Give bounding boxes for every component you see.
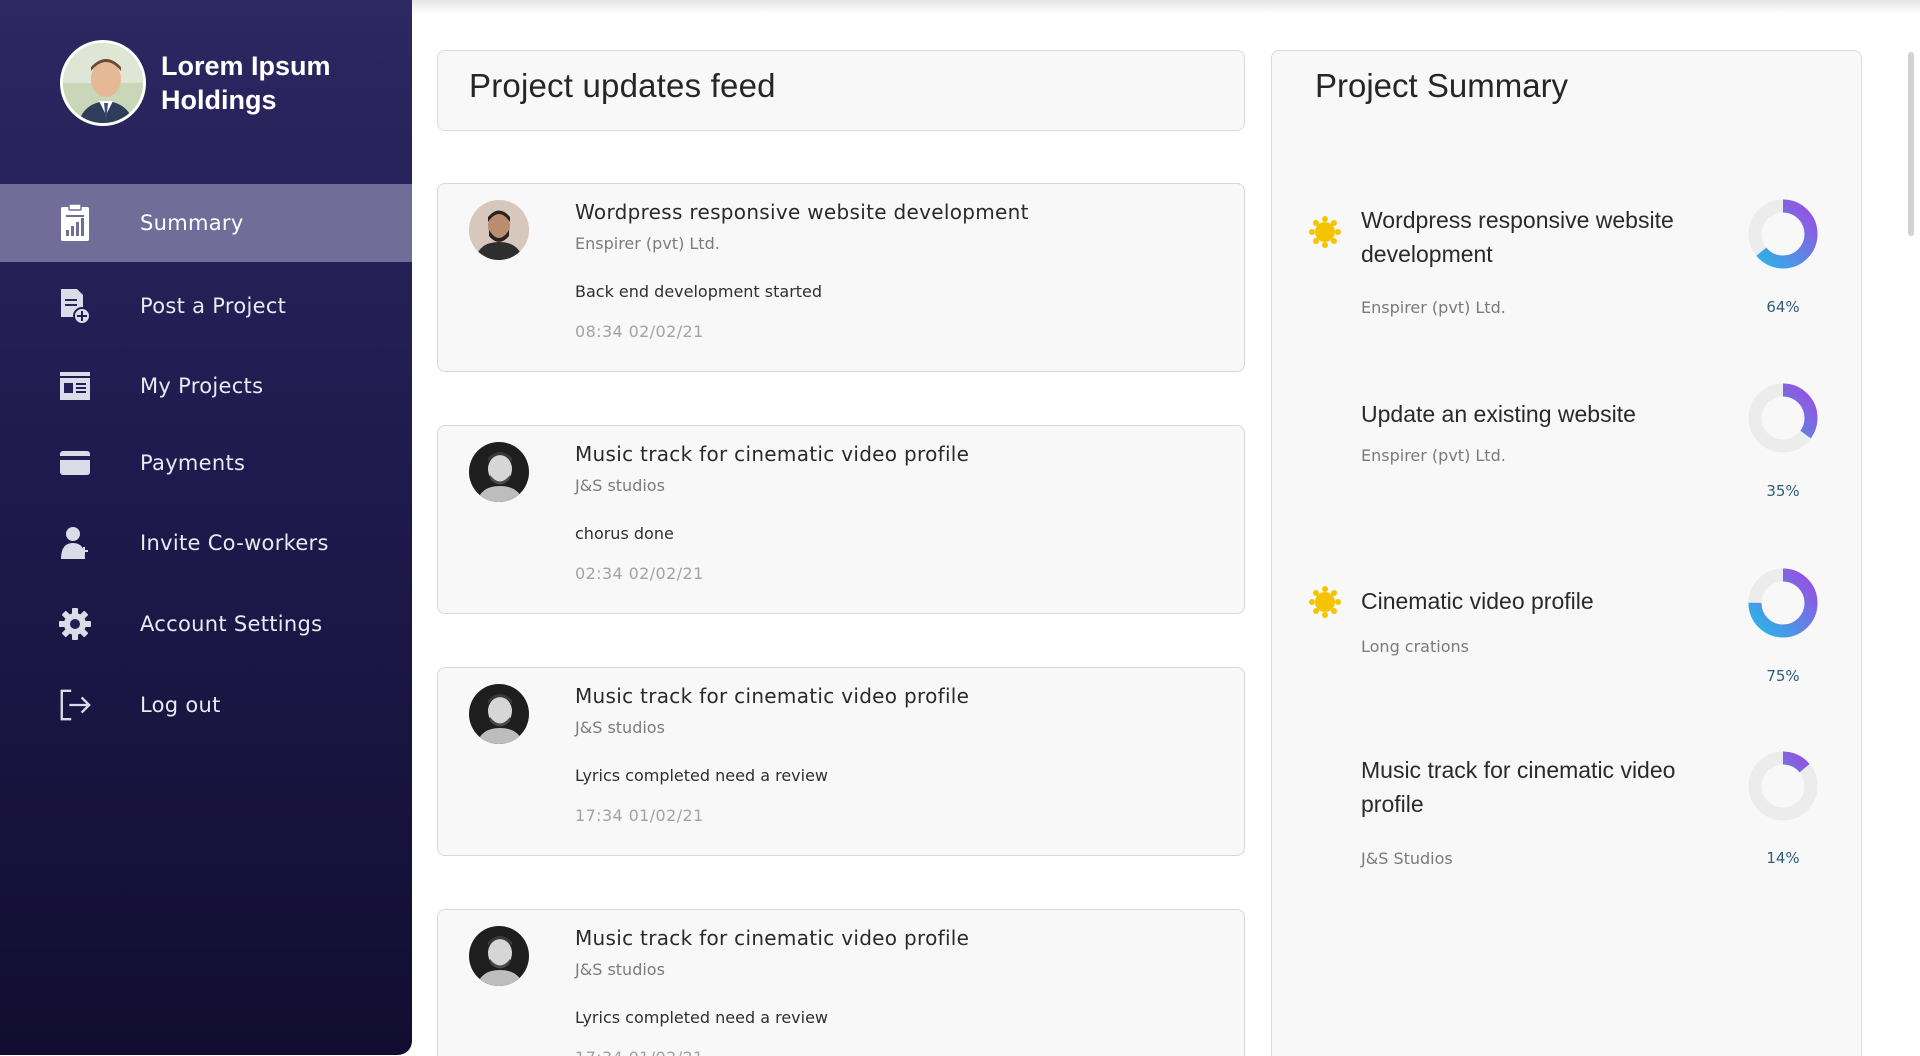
feed-item-company: J&S studios bbox=[575, 960, 665, 979]
sun-star-icon bbox=[1309, 216, 1341, 248]
summary-item-title: Cinematic video profile bbox=[1361, 588, 1594, 614]
feed-title: Project updates feed bbox=[469, 67, 776, 104]
summary-item-title: Wordpress responsive website development bbox=[1361, 207, 1674, 267]
progress-percent: 75% bbox=[1766, 667, 1800, 685]
summary-title: Project Summary bbox=[1315, 67, 1569, 104]
feed-item-title: Music track for cinematic video profile bbox=[575, 684, 970, 708]
brand-header: Lorem Ipsum Holdings bbox=[60, 40, 361, 126]
feed-item-status: Lyrics completed need a review bbox=[575, 1008, 829, 1027]
feed-item-time: 17:34 01/02/21 bbox=[575, 806, 704, 825]
summary-item-title: Update an existing website bbox=[1361, 401, 1636, 427]
summary-item[interactable]: Music track for cinematic video profile … bbox=[1272, 751, 1861, 923]
company-name: Lorem Ipsum Holdings bbox=[161, 51, 331, 115]
nav-item-post-project[interactable]: Post a Project bbox=[0, 267, 412, 345]
avatar bbox=[469, 684, 529, 744]
invite-user-icon bbox=[58, 523, 92, 563]
logout-icon bbox=[58, 685, 92, 725]
top-shadow bbox=[412, 0, 1920, 14]
avatar bbox=[469, 200, 529, 260]
summary-item-company: Long crations bbox=[1361, 637, 1469, 656]
feed-item-time: 02:34 02/02/21 bbox=[575, 564, 704, 583]
nav-label: Account Settings bbox=[140, 612, 323, 636]
gear-icon bbox=[58, 604, 92, 644]
nav-label: Log out bbox=[140, 693, 221, 717]
my-projects-icon bbox=[58, 366, 92, 406]
progress-donut bbox=[1748, 568, 1818, 638]
feed-item-title: Music track for cinematic video profile bbox=[575, 926, 970, 950]
summary-item[interactable]: Cinematic video profile Long crations 75… bbox=[1272, 568, 1861, 754]
summary-item[interactable]: Wordpress responsive website development… bbox=[1272, 199, 1861, 373]
feed-card[interactable]: Wordpress responsive website development… bbox=[437, 183, 1245, 372]
post-project-icon bbox=[58, 286, 92, 326]
nav-item-summary[interactable]: Summary bbox=[0, 184, 412, 262]
feed-header: Project updates feed bbox=[437, 50, 1245, 131]
avatar[interactable] bbox=[60, 40, 146, 126]
progress-percent: 35% bbox=[1766, 482, 1800, 500]
project-summary-panel: Project Summary Wordpress responsive web… bbox=[1271, 50, 1862, 1056]
progress-donut bbox=[1748, 751, 1818, 821]
nav-item-account-settings[interactable]: Account Settings bbox=[0, 585, 412, 663]
feed-item-title: Wordpress responsive website development bbox=[575, 200, 1029, 224]
nav-label: Invite Co-workers bbox=[140, 531, 329, 555]
summary-item-company: J&S Studios bbox=[1361, 849, 1453, 868]
summary-item-company: Enspirer (pvt) Ltd. bbox=[1361, 446, 1506, 465]
summary-item-company: Enspirer (pvt) Ltd. bbox=[1361, 298, 1506, 317]
nav-label: Summary bbox=[140, 211, 244, 235]
nav-item-invite-coworkers[interactable]: Invite Co-workers bbox=[0, 504, 412, 582]
progress-donut bbox=[1748, 199, 1818, 269]
progress-percent: 14% bbox=[1766, 849, 1800, 867]
feed-item-time: 08:34 02/02/21 bbox=[575, 322, 704, 341]
nav-label: Post a Project bbox=[140, 294, 287, 318]
nav-item-my-projects[interactable]: My Projects bbox=[0, 347, 412, 425]
nav-label: My Projects bbox=[140, 374, 264, 398]
feed-item-company: J&S studios bbox=[575, 718, 665, 737]
nav-item-logout[interactable]: Log out bbox=[0, 666, 412, 744]
feed-card[interactable]: Music track for cinematic video profile … bbox=[437, 909, 1245, 1056]
feed-item-status: Back end development started bbox=[575, 282, 823, 301]
avatar bbox=[469, 442, 529, 502]
nav-label: Payments bbox=[140, 451, 246, 475]
feed-item-status: Lyrics completed need a review bbox=[575, 766, 829, 785]
progress-percent: 64% bbox=[1766, 298, 1800, 316]
feed-card[interactable]: Music track for cinematic video profile … bbox=[437, 425, 1245, 614]
avatar bbox=[469, 926, 529, 986]
scrollbar[interactable] bbox=[1908, 52, 1914, 236]
feed-item-time: 17:34 01/02/21 bbox=[575, 1048, 704, 1056]
feed-item-company: Enspirer (pvt) Ltd. bbox=[575, 234, 720, 253]
sidebar: Lorem Ipsum Holdings Summary Post a Proj… bbox=[0, 0, 412, 1055]
payment-card-icon bbox=[58, 443, 92, 483]
progress-donut bbox=[1748, 383, 1818, 453]
summary-item[interactable]: Update an existing website Enspirer (pvt… bbox=[1272, 383, 1861, 567]
sun-star-icon bbox=[1309, 586, 1341, 618]
feed-item-status: chorus done bbox=[575, 524, 674, 543]
feed-card[interactable]: Music track for cinematic video profile … bbox=[437, 667, 1245, 856]
summary-item-title: Music track for cinematic video profile bbox=[1361, 757, 1676, 817]
feed-item-company: J&S studios bbox=[575, 476, 665, 495]
feed-item-title: Music track for cinematic video profile bbox=[575, 442, 970, 466]
summary-icon bbox=[58, 203, 92, 243]
nav-item-payments[interactable]: Payments bbox=[0, 424, 412, 502]
